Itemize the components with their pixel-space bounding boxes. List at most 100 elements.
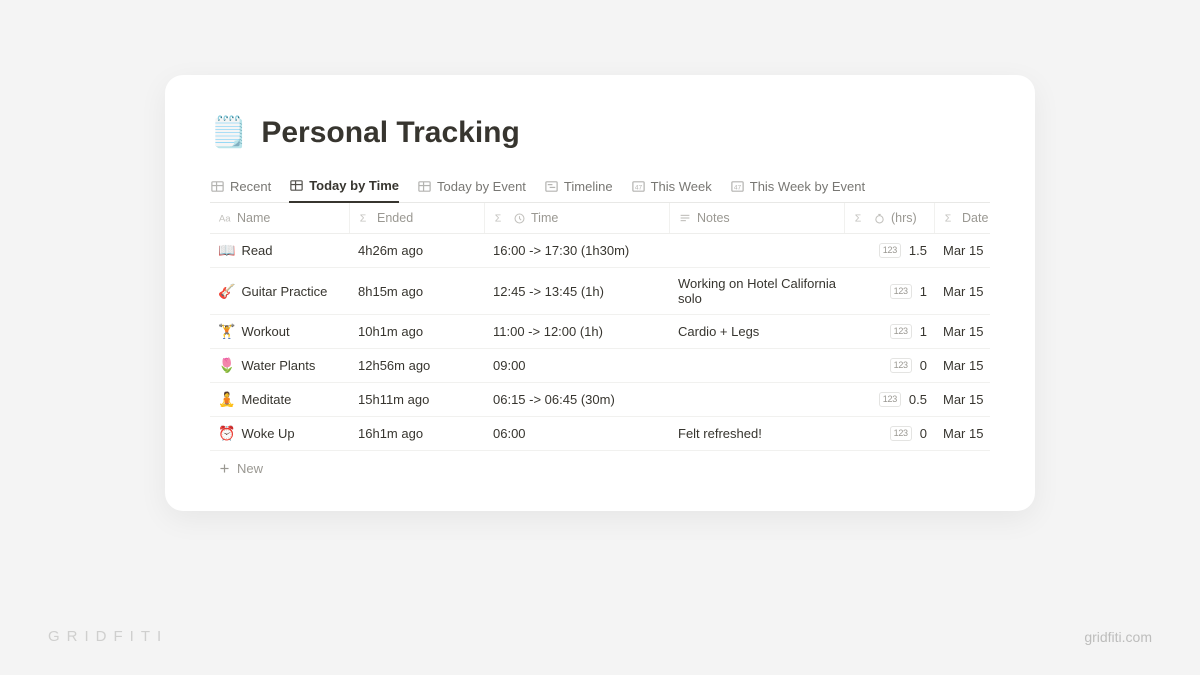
cell-name[interactable]: 🏋️Workout bbox=[210, 315, 350, 348]
svg-text:47: 47 bbox=[634, 184, 642, 191]
col-date[interactable]: Σ Date bbox=[935, 203, 990, 233]
page-title[interactable]: Personal Tracking bbox=[261, 116, 519, 150]
table-icon bbox=[289, 178, 304, 193]
table-icon bbox=[210, 179, 225, 194]
hrs-value: 1 bbox=[920, 284, 927, 299]
hrs-value: 0 bbox=[920, 358, 927, 373]
svg-text:Aa: Aa bbox=[219, 214, 231, 225]
formula-icon: Σ bbox=[358, 211, 372, 225]
add-row-label: New bbox=[237, 461, 263, 476]
tracking-table: Aa Name Σ Ended Σ Time bbox=[210, 203, 990, 486]
cell-hrs: 123 1 bbox=[845, 276, 935, 307]
tab-label: Today by Time bbox=[309, 178, 399, 193]
cell-notes: Working on Hotel California solo bbox=[670, 268, 845, 314]
hrs-value: 1 bbox=[920, 324, 927, 339]
add-row-button[interactable]: New bbox=[210, 451, 990, 486]
svg-text:Σ: Σ bbox=[855, 213, 862, 225]
cell-name[interactable]: 🌷Water Plants bbox=[210, 349, 350, 382]
col-notes[interactable]: Notes bbox=[670, 203, 845, 233]
cell-ended: 12h56m ago bbox=[350, 350, 485, 381]
col-label: Date bbox=[962, 211, 988, 225]
table-header: Aa Name Σ Ended Σ Time bbox=[210, 203, 990, 234]
cell-time: 06:00 bbox=[485, 418, 670, 449]
timeline-icon bbox=[544, 179, 559, 194]
cell-notes bbox=[670, 392, 845, 408]
watermark-brand: GRIDFITI bbox=[48, 628, 168, 645]
page-title-row: 🗒️ Personal Tracking bbox=[210, 115, 990, 150]
cell-name[interactable]: 🧘 Meditate bbox=[210, 383, 350, 416]
cell-date: Mar 15 bbox=[935, 418, 990, 449]
table-row[interactable]: 🧘Meditate 15h11m ago 06:15 -> 06:45 (30m… bbox=[210, 383, 990, 417]
lines-icon bbox=[678, 211, 692, 225]
tab-recent[interactable]: Recent bbox=[210, 173, 271, 202]
cell-time: 06:15 -> 06:45 (30m) bbox=[485, 384, 670, 415]
stopwatch-icon bbox=[872, 211, 886, 225]
row-emoji: 🧘 bbox=[218, 391, 235, 408]
view-tabs: Recent Today by Time Today by Event Time… bbox=[210, 172, 990, 203]
formula-icon: Σ bbox=[493, 211, 507, 225]
table-row[interactable]: 🏋️Workout 10h1m ago 11:00 -> 12:00 (1h) … bbox=[210, 315, 990, 349]
cell-hrs: 123 1.5 bbox=[845, 235, 935, 266]
cell-name[interactable]: 📖Read bbox=[210, 234, 350, 267]
tab-today-by-time[interactable]: Today by Time bbox=[289, 172, 399, 203]
formula-icon: Σ bbox=[943, 211, 957, 225]
cell-time: 16:00 -> 17:30 (1h30m) bbox=[485, 235, 670, 266]
number-badge-icon: 123 bbox=[879, 243, 901, 258]
cell-ended: 8h15m ago bbox=[350, 276, 485, 307]
col-label: Notes bbox=[697, 211, 730, 225]
number-badge-icon: 123 bbox=[890, 358, 912, 373]
cell-date: Mar 15 bbox=[935, 350, 990, 381]
hrs-value: 0.5 bbox=[909, 392, 927, 407]
cell-name[interactable]: ⏰Woke Up bbox=[210, 417, 350, 450]
formula-icon: Σ bbox=[853, 211, 867, 225]
watermark-url: gridfiti.com bbox=[1084, 629, 1152, 645]
tab-this-week-by-event[interactable]: 47 This Week by Event bbox=[730, 173, 865, 202]
row-name: Meditate bbox=[241, 392, 291, 407]
cell-hrs: 123 0 bbox=[845, 418, 935, 449]
tab-today-by-event[interactable]: Today by Event bbox=[417, 173, 526, 202]
svg-text:Σ: Σ bbox=[360, 213, 367, 225]
tab-label: This Week bbox=[651, 179, 712, 194]
table-row[interactable]: 📖Read 4h26m ago 16:00 -> 17:30 (1h30m) 1… bbox=[210, 234, 990, 268]
cell-ended: 16h1m ago bbox=[350, 418, 485, 449]
cell-notes bbox=[670, 358, 845, 374]
cell-date: Mar 15 bbox=[935, 276, 990, 307]
col-time[interactable]: Σ Time bbox=[485, 203, 670, 233]
cell-notes: Felt refreshed! bbox=[670, 418, 845, 449]
svg-text:Σ: Σ bbox=[945, 213, 952, 225]
row-name: Guitar Practice bbox=[241, 284, 327, 299]
cell-notes bbox=[670, 243, 845, 259]
tab-timeline[interactable]: Timeline bbox=[544, 173, 613, 202]
col-label: Ended bbox=[377, 211, 413, 225]
cell-time: 09:00 bbox=[485, 350, 670, 381]
cell-name[interactable]: 🎸Guitar Practice bbox=[210, 275, 350, 308]
number-badge-icon: 123 bbox=[890, 426, 912, 441]
col-name[interactable]: Aa Name bbox=[210, 203, 350, 233]
row-emoji: ⏰ bbox=[218, 425, 235, 442]
svg-text:47: 47 bbox=[734, 184, 742, 191]
col-ended[interactable]: Σ Ended bbox=[350, 203, 485, 233]
hrs-value: 1.5 bbox=[909, 243, 927, 258]
cell-hrs: 1231 bbox=[845, 316, 935, 347]
tab-label: Recent bbox=[230, 179, 271, 194]
table-row[interactable]: 🌷Water Plants 12h56m ago 09:00 123 0 Mar … bbox=[210, 349, 990, 383]
cell-date: Mar 15 bbox=[935, 384, 990, 415]
number-badge-icon: 123 bbox=[879, 392, 901, 407]
plus-icon bbox=[218, 462, 231, 475]
text-icon: Aa bbox=[218, 211, 232, 225]
table-row[interactable]: 🎸Guitar Practice 8h15m ago 12:45 -> 13:4… bbox=[210, 268, 990, 315]
col-hrs[interactable]: Σ (hrs) bbox=[845, 203, 935, 233]
cell-time: 12:45 -> 13:45 (1h) bbox=[485, 276, 670, 307]
table-icon bbox=[417, 179, 432, 194]
number-icon: 47 bbox=[730, 179, 745, 194]
page-icon[interactable]: 🗒️ bbox=[210, 115, 247, 150]
hrs-value: 0 bbox=[920, 426, 927, 441]
row-name: Read bbox=[241, 243, 272, 258]
tab-this-week[interactable]: 47 This Week bbox=[631, 173, 712, 202]
number-icon: 47 bbox=[631, 179, 646, 194]
svg-text:Σ: Σ bbox=[495, 213, 502, 225]
number-badge-icon: 123 bbox=[890, 284, 912, 299]
row-name: Workout bbox=[241, 324, 289, 339]
table-row[interactable]: ⏰Woke Up 16h1m ago 06:00 Felt refreshed!… bbox=[210, 417, 990, 451]
cell-date: Mar 15 bbox=[935, 316, 990, 347]
